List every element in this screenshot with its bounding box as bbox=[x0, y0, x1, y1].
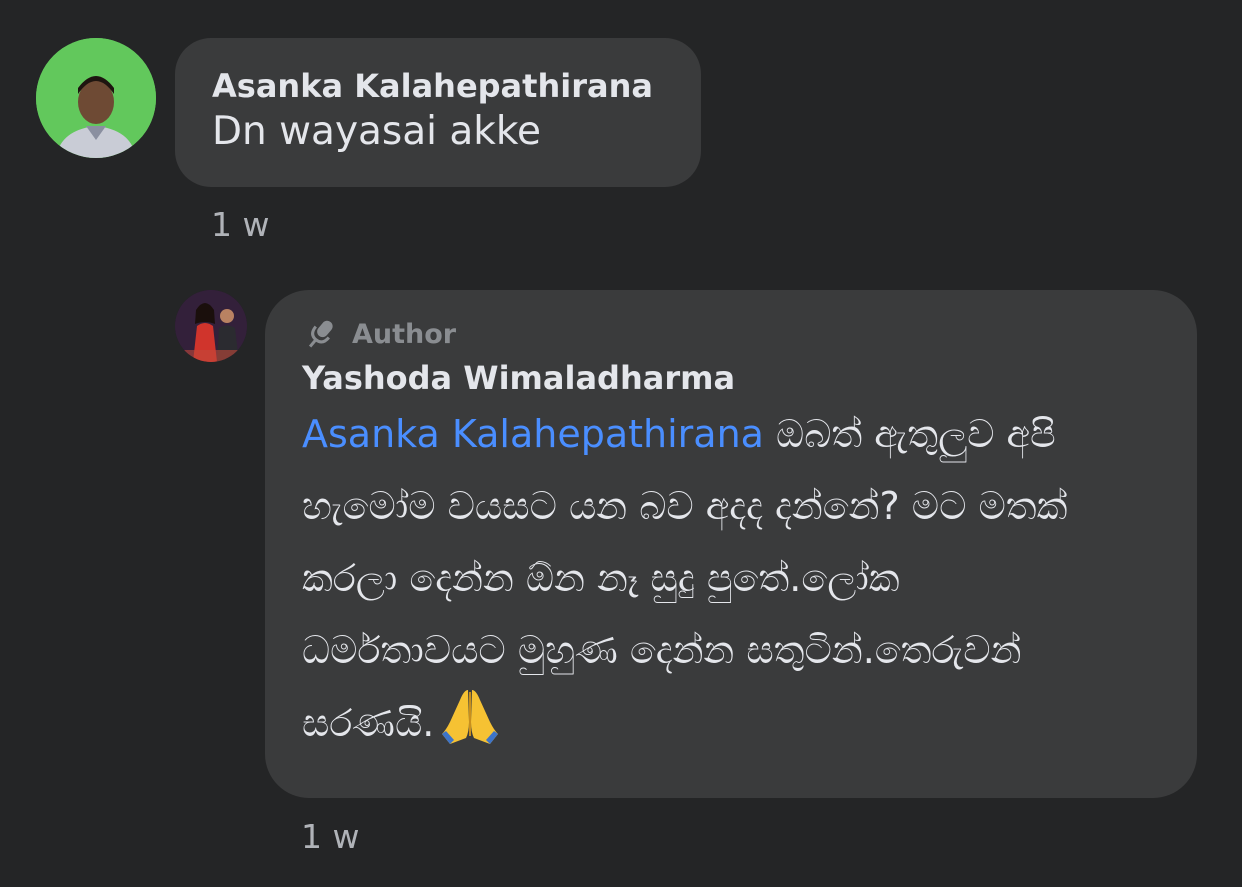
folded-hands-icon bbox=[438, 686, 502, 769]
comment-author-name[interactable]: Asanka Kalahepathirana bbox=[212, 66, 665, 106]
reply-timestamp[interactable]: 1 w bbox=[301, 817, 359, 856]
reply-text: Asanka Kalahepathirana ඔබත් ඇතුලුව අපි හ… bbox=[302, 398, 1162, 769]
comment-text: Dn wayasai akke bbox=[212, 109, 542, 154]
reply-line-4: ධර්මතාවයට මුහුණ දෙන්න සතුටින්.තෙරුවන් bbox=[302, 628, 1022, 672]
reply-line-text: සරණයි. bbox=[302, 701, 435, 745]
author-badge: Author bbox=[302, 310, 1161, 358]
author-badge-label: Author bbox=[352, 318, 457, 350]
author-avatar-photo-icon bbox=[175, 290, 247, 362]
reply-line-3: කරලා දෙන්න ඕන නෑ සුදු පුතේ.ලෝක bbox=[302, 556, 900, 600]
reply-line-2: හැමෝම වයසට යන බව අදද දන්නේ? මට මතක් bbox=[302, 484, 1068, 528]
microphone-icon bbox=[308, 320, 333, 348]
mention-link[interactable]: Asanka Kalahepathirana bbox=[302, 412, 764, 456]
reply-line-1: Asanka Kalahepathirana ඔබත් ඇතුලුව අපි bbox=[302, 398, 1162, 470]
comment-timestamp[interactable]: 1 w bbox=[211, 205, 269, 244]
comment-bubble: Asanka Kalahepathirana Dn wayasai akke bbox=[175, 38, 701, 187]
commenter-avatar[interactable] bbox=[36, 38, 156, 158]
reply-author-name[interactable]: Yashoda Wimaladharma bbox=[302, 358, 1161, 398]
reply-bubble: Author Yashoda Wimaladharma Asanka Kalah… bbox=[265, 290, 1197, 798]
reply-line-5: සරණයි. bbox=[302, 686, 1162, 769]
reply-author-avatar[interactable] bbox=[175, 290, 247, 362]
user-avatar-photo-icon bbox=[36, 38, 156, 158]
reply-line-text: ඔබත් ඇතුලුව අපි bbox=[776, 412, 1056, 456]
